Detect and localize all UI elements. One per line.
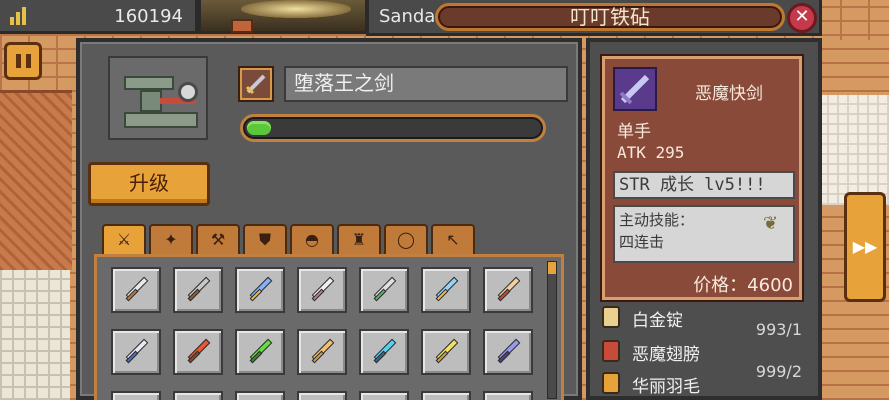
inventory-slot[interactable] [235, 267, 285, 313]
next-page-button[interactable]: ▶▶ [844, 192, 886, 302]
selected-item-icon [240, 68, 272, 100]
upgrade-progress-fill [247, 121, 271, 135]
material-icon [602, 306, 620, 328]
info-growth: STR 成长 lv5!!! [613, 171, 795, 199]
category-tab-ring[interactable]: ◯ [384, 224, 428, 256]
info-item-title: 恶魔快剑 [695, 84, 763, 104]
inventory-slot[interactable] [359, 267, 409, 313]
forge-panel: 升级 堕落王之剑 ⚔ ✦ ⚒ ⛊ ◓ ♜ ◯ ↖ [76, 38, 582, 400]
sword-icon [307, 276, 337, 307]
portrait-tab [231, 19, 253, 33]
sword-icon [245, 276, 275, 307]
sword-icon [245, 74, 266, 95]
inventory-slot[interactable] [173, 391, 223, 400]
inventory-slot[interactable] [173, 329, 223, 375]
inventory-slot[interactable] [421, 267, 471, 313]
info-price: 价格：4600 [693, 275, 793, 296]
inventory-slot[interactable] [297, 329, 347, 375]
sword-icon [431, 276, 461, 307]
inventory-slot[interactable] [111, 329, 161, 375]
material-count: 993/1 [755, 320, 802, 339]
upgrade-progress-bar [240, 114, 546, 142]
pause-button[interactable] [4, 42, 42, 80]
inventory-slot[interactable] [359, 329, 409, 375]
scrollbar-thumb[interactable] [548, 262, 556, 274]
armor-icon: ♜ [351, 230, 367, 249]
inventory-grid [94, 254, 564, 400]
sword-icon [493, 276, 523, 307]
sword-icon [369, 338, 399, 369]
sword-icon: ⚔ [116, 230, 132, 249]
demon-sword-icon [613, 67, 657, 111]
material-icon [602, 372, 620, 394]
coin-stack-icon [10, 7, 30, 25]
double-chevron-right-icon: ▶▶ [852, 237, 878, 256]
item-info-panel: 恶魔快剑 单手 ATK 295 STR 成长 lv5!!! 主动技能： 四连击 … [586, 38, 822, 400]
upgrade-button[interactable]: 升级 [88, 162, 210, 206]
inventory-slot[interactable] [297, 391, 347, 400]
pause-icon [16, 54, 21, 68]
shop-title: 叮叮铁砧 [435, 3, 785, 31]
item-info-card: 恶魔快剑 单手 ATK 295 STR 成长 lv5!!! 主动技能： 四连击 … [602, 56, 802, 300]
shield-icon: ⛊ [258, 230, 271, 249]
material-count: 999/2 [755, 362, 802, 381]
sword-icon [121, 338, 151, 369]
info-skill: 主动技能： 四连击 ❦ [613, 205, 795, 263]
sword-icon [307, 338, 337, 369]
material-icon [602, 340, 620, 362]
bow-icon: ↖ [446, 230, 460, 249]
category-tab-shield[interactable]: ⛊ [243, 224, 287, 256]
info-atk: ATK 295 [617, 143, 685, 162]
info-hand-type: 单手 [617, 122, 651, 142]
material-name: 恶魔翅膀 [632, 345, 700, 365]
sword-icon [493, 338, 523, 369]
staff-icon: ✦ [164, 230, 178, 249]
sword-icon [245, 338, 275, 369]
helmet-icon: ◓ [305, 230, 319, 249]
background-right-tile [817, 95, 889, 205]
inventory-slot[interactable] [173, 267, 223, 313]
shop-portrait [198, 0, 368, 34]
inventory-slot[interactable] [111, 391, 161, 400]
background-floor-tile [0, 270, 70, 400]
category-tab-axe[interactable]: ⚒ [196, 224, 240, 256]
shop-header: Sanda 叮叮铁砧 ✕ [366, 0, 822, 36]
inventory-slot[interactable] [483, 391, 533, 400]
anvil-icon [108, 56, 208, 140]
inventory-slot[interactable] [483, 267, 533, 313]
category-tab-staff[interactable]: ✦ [149, 224, 193, 256]
inventory-slot[interactable] [235, 329, 285, 375]
ring-icon: ◯ [397, 230, 415, 249]
category-tab-armor[interactable]: ♜ [337, 224, 381, 256]
category-tab-bow[interactable]: ↖ [431, 224, 475, 256]
sword-icon [431, 338, 461, 369]
money-display: 160194 [0, 0, 198, 34]
player-name: Sanda [379, 6, 436, 27]
wing-icon: ❦ [763, 213, 779, 234]
category-tab-sword[interactable]: ⚔ [102, 224, 146, 258]
category-tab-helmet[interactable]: ◓ [290, 224, 334, 256]
material-name: 华丽羽毛 [632, 377, 700, 397]
inventory-slot[interactable] [421, 391, 471, 400]
inventory-slot[interactable] [421, 329, 471, 375]
inventory-slot[interactable] [111, 267, 161, 313]
sword-icon [369, 276, 399, 307]
category-tabs: ⚔ ✦ ⚒ ⛊ ◓ ♜ ◯ ↖ [102, 224, 482, 258]
material-name: 白金锭 [632, 311, 683, 331]
item-name: 堕落王之剑 [284, 66, 568, 102]
close-icon: ✕ [794, 6, 810, 27]
inventory-scrollbar[interactable] [547, 261, 557, 399]
inventory-slot[interactable] [235, 391, 285, 400]
sword-icon [183, 276, 213, 307]
axe-icon: ⚒ [210, 230, 226, 249]
sword-icon [183, 338, 213, 369]
money-amount: 160194 [114, 6, 183, 27]
inventory-slot[interactable] [483, 329, 533, 375]
inventory-slot[interactable] [359, 391, 409, 400]
inventory-slot[interactable] [297, 267, 347, 313]
close-button[interactable]: ✕ [787, 3, 817, 33]
sword-icon [121, 276, 151, 307]
background-carpet [0, 90, 72, 270]
